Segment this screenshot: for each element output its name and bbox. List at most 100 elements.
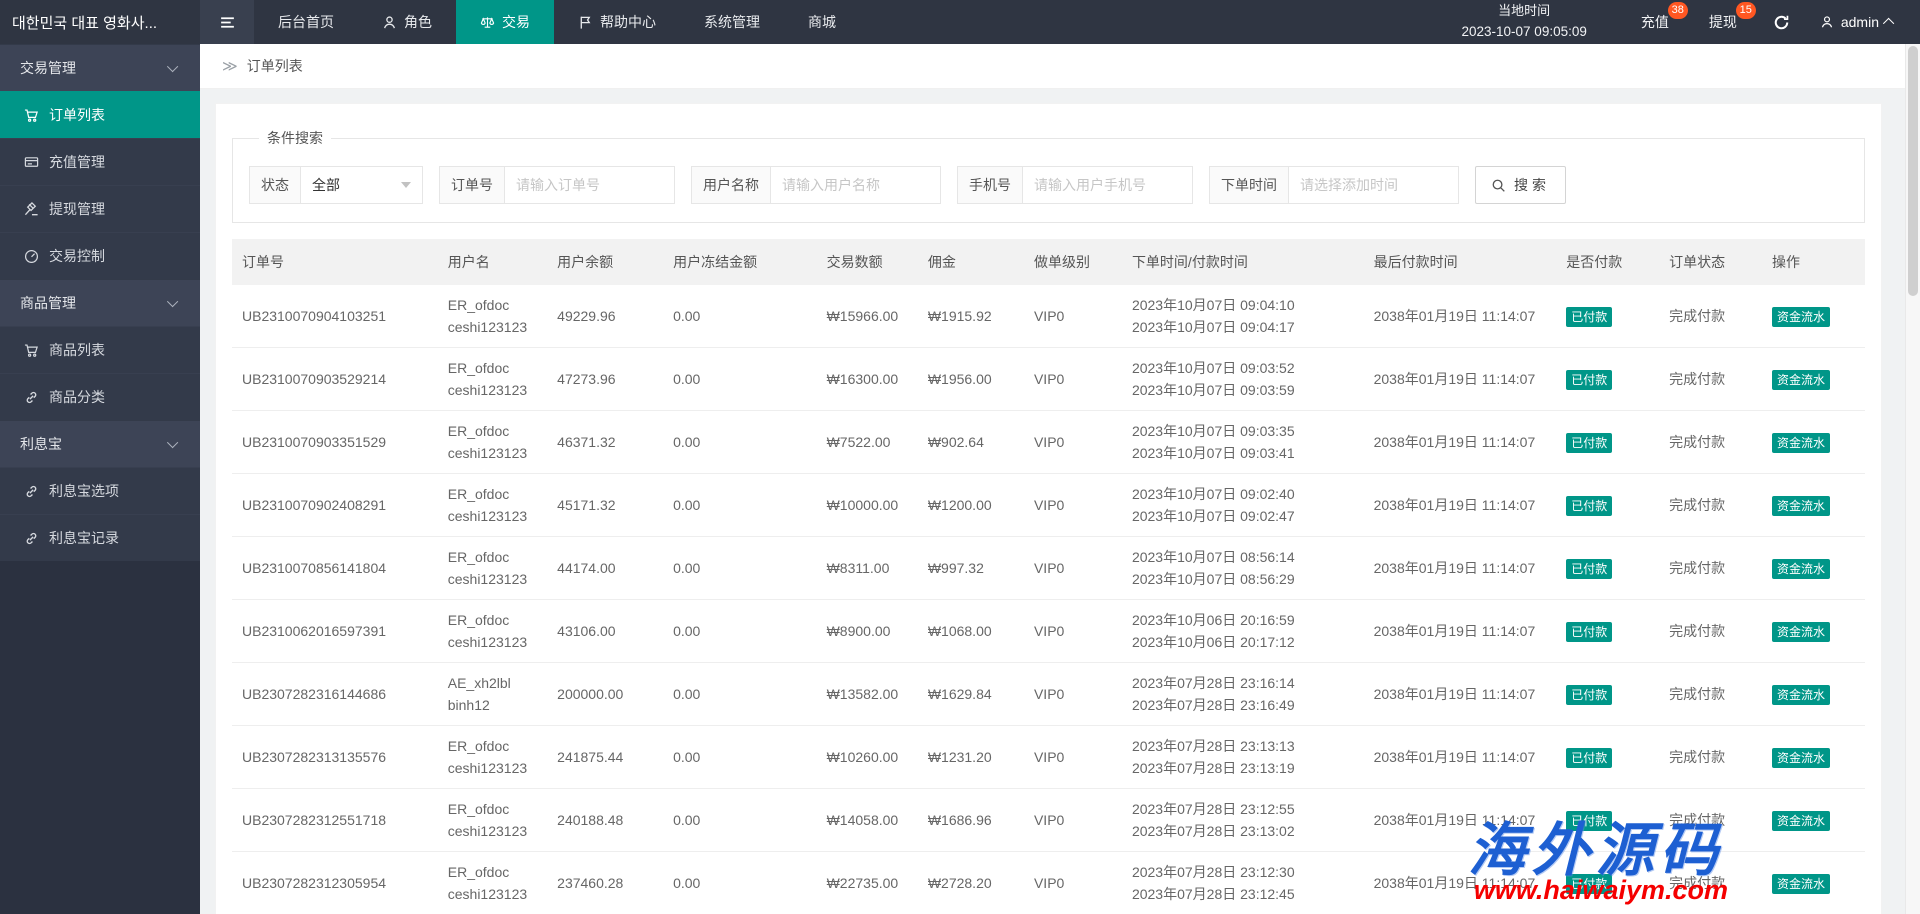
nav-item-label: 系统管理 [704,12,760,32]
sidebar-item-交易控制[interactable]: 交易控制 [0,232,200,279]
level-cell: VIP0 [1024,852,1122,914]
paid-status-cell: 已付款 [1556,726,1659,789]
username-line2: ceshi123123 [448,505,537,527]
last-pay-time-cell: 2038年01月19日 11:14:07 [1364,852,1557,914]
paid-status-cell: 已付款 [1556,600,1659,663]
fund-flow-button[interactable]: 资金流水 [1772,748,1830,768]
nav-item-系统管理[interactable]: 系统管理 [680,0,784,44]
pay-time: 2023年10月07日 08:56:29 [1132,568,1354,590]
status-select[interactable]: 全部 [301,166,423,204]
recharge-label: 充值 [1641,12,1669,32]
username-line2: ceshi123123 [448,757,537,779]
withdraw-link[interactable]: 提现 15 [1689,0,1757,44]
scrollbar-thumb[interactable] [1908,46,1918,296]
nav-item-角色[interactable]: 角色 [358,0,456,44]
username-line1: AE_xh2lbl [448,672,537,694]
last-pay-time-cell: 2038年01月19日 11:14:07 [1364,789,1557,852]
fund-flow-button[interactable]: 资金流水 [1772,622,1830,642]
nav-item-帮助中心[interactable]: 帮助中心 [554,0,680,44]
paid-status-cell: 已付款 [1556,474,1659,537]
user-menu[interactable]: admin [1806,14,1920,30]
navbar-right: 当地时间 2023-10-07 09:05:09 充值 38 提现 15 adm… [1462,0,1920,44]
sidebar-item-label: 订单列表 [49,105,105,125]
sidebar-item-利息宝记录[interactable]: 利息宝记录 [0,514,200,561]
pay-time: 2023年07月28日 23:13:19 [1132,757,1354,779]
search-button-label: 搜索 [1514,175,1550,195]
fund-flow-button[interactable]: 资金流水 [1772,559,1830,579]
sidebar-group-商品管理[interactable]: 商品管理 [0,279,200,326]
order-status-cell: 完成付款 [1659,852,1762,914]
nav-item-交易[interactable]: 交易 [456,0,554,44]
username-cell: ER_ofdocceshi123123 [438,726,547,789]
nav-item-商城[interactable]: 商城 [784,0,860,44]
table-row: UB2307282312551718ER_ofdocceshi123123240… [232,789,1865,852]
order-time: 2023年10月07日 08:56:14 [1132,546,1354,568]
commission-cell: ₩1956.00 [918,348,1024,411]
table-row: UB2307282312305954ER_ofdocceshi123123237… [232,852,1865,914]
username-input[interactable] [771,166,941,204]
paid-badge: 已付款 [1566,685,1612,705]
sidebar-item-订单列表[interactable]: 订单列表 [0,91,200,138]
order-time: 2023年07月28日 23:16:14 [1132,672,1354,694]
recharge-link[interactable]: 充值 38 [1621,0,1689,44]
balance-cell: 200000.00 [547,663,663,726]
fund-flow-button[interactable]: 资金流水 [1772,874,1830,894]
username-line2: ceshi123123 [448,379,537,401]
balance-cell: 43106.00 [547,600,663,663]
commission-cell: ₩2728.20 [918,852,1024,914]
frozen-cell: 0.00 [663,537,817,600]
commission-cell: ₩902.64 [918,411,1024,474]
username-cell: AE_xh2lblbinh12 [438,663,547,726]
sidebar-group-利息宝[interactable]: 利息宝 [0,420,200,467]
refresh-icon[interactable] [1757,14,1806,31]
paid-badge: 已付款 [1566,622,1612,642]
frozen-cell: 0.00 [663,663,817,726]
paid-badge: 已付款 [1566,748,1612,768]
search-button[interactable]: 搜索 [1475,166,1566,204]
phone-input[interactable] [1023,166,1193,204]
order-pay-time-cell: 2023年07月28日 23:12:552023年07月28日 23:13:02 [1122,789,1364,852]
fund-flow-button[interactable]: 资金流水 [1772,433,1830,453]
order-no-filter: 订单号 [439,166,675,204]
fund-flow-button[interactable]: 资金流水 [1772,685,1830,705]
sidebar-group-交易管理[interactable]: 交易管理 [0,44,200,91]
sidebar-item-商品分类[interactable]: 商品分类 [0,373,200,420]
fund-flow-button[interactable]: 资金流水 [1772,496,1830,516]
frozen-cell: 0.00 [663,789,817,852]
hamburger-menu-icon[interactable] [200,0,254,44]
paid-badge: 已付款 [1566,811,1612,831]
username-line1: ER_ofdoc [448,294,537,316]
withdraw-badge: 15 [1736,2,1756,19]
pay-time: 2023年07月28日 23:16:49 [1132,694,1354,716]
pay-time: 2023年07月28日 23:12:45 [1132,883,1354,905]
action-cell: 资金流水 [1762,348,1865,411]
username-cell: ER_ofdocceshi123123 [438,474,547,537]
frozen-cell: 0.00 [663,726,817,789]
order-time-input[interactable] [1289,166,1459,204]
sidebar-group-label: 交易管理 [20,58,76,78]
top-menu: 后台首页角色交易帮助中心 系统管理 商城 [254,0,860,44]
sidebar-item-利息宝选项[interactable]: 利息宝选项 [0,467,200,514]
sidebar-item-充值管理[interactable]: 充值管理 [0,138,200,185]
action-cell: 资金流水 [1762,852,1865,914]
sidebar-item-商品列表[interactable]: 商品列表 [0,326,200,373]
order-no-cell: UB2310062016597391 [232,600,438,663]
frozen-cell: 0.00 [663,411,817,474]
frozen-cell: 0.00 [663,474,817,537]
order-no-input[interactable] [505,166,675,204]
local-time: 当地时间 2023-10-07 09:05:09 [1462,1,1587,42]
fund-flow-button[interactable]: 资金流水 [1772,370,1830,390]
table-row: UB2310070904103251ER_ofdocceshi123123492… [232,285,1865,348]
page-scrollbar[interactable] [1905,44,1920,914]
order-time-label: 下单时间 [1209,166,1289,204]
breadcrumb-icon: ≫ [222,57,238,75]
commission-cell: ₩997.32 [918,537,1024,600]
sidebar-item-提现管理[interactable]: 提现管理 [0,185,200,232]
fund-flow-button[interactable]: 资金流水 [1772,307,1830,327]
fund-flow-button[interactable]: 资金流水 [1772,811,1830,831]
nav-item-后台首页[interactable]: 后台首页 [254,0,358,44]
order-no-cell: UB2307282316144686 [232,663,438,726]
amount-cell: ₩14058.00 [817,789,918,852]
sidebar-item-label: 提现管理 [49,199,105,219]
table-row: UB2310070903351529ER_ofdocceshi123123463… [232,411,1865,474]
